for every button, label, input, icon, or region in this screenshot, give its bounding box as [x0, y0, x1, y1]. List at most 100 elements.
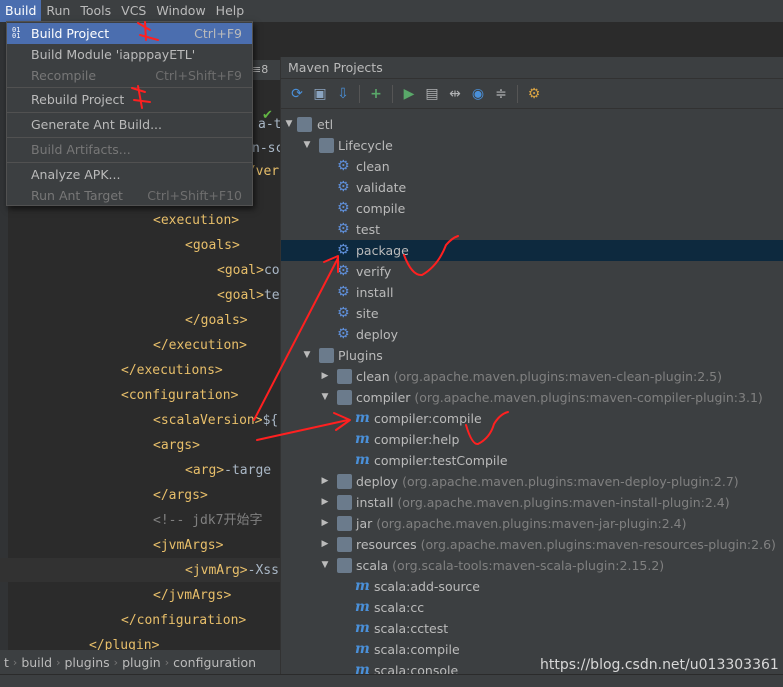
- breadcrumb-item[interactable]: build: [17, 655, 56, 670]
- code-line: <scalaVersion>${: [153, 413, 279, 428]
- code-line: </plugin>: [89, 638, 160, 650]
- lifecycle-item[interactable]: ⚙ test: [281, 219, 783, 240]
- maven-goal-icon: m: [355, 578, 370, 594]
- plugin-goal[interactable]: m scala:cctest: [281, 618, 783, 639]
- tree-node-plugins[interactable]: ▼ Plugins: [281, 345, 783, 366]
- build-menu: 01 01 Build Project Ctrl+F9 Build Module …: [6, 21, 253, 206]
- menu-item-run-ant-target[interactable]: Run Ant Target Ctrl+Shift+F10: [7, 185, 252, 206]
- generate-sources-icon[interactable]: ▣: [310, 84, 330, 104]
- maven-goal-icon: m: [355, 641, 370, 657]
- plugin-icon: [337, 558, 352, 573]
- code-line: <arg>-targe: [185, 463, 272, 478]
- plugin-node[interactable]: ▶ install (org.apache.maven.plugins:mave…: [281, 492, 783, 513]
- gear-icon: ⚙: [337, 305, 350, 321]
- lifecycle-item[interactable]: ⚙ compile: [281, 198, 783, 219]
- lifecycle-item-selected[interactable]: ⚙ package: [281, 240, 783, 261]
- gear-icon: ⚙: [337, 263, 350, 279]
- code-line: </executions>: [121, 363, 223, 378]
- folder-icon: [319, 348, 334, 363]
- run-icon[interactable]: ▶: [399, 84, 419, 104]
- maven-projects-panel: Maven Projects ⟳ ▣ ⇩ + ▶ ▤ ⇹ ◉ ≑ ⚙ ▼ etl…: [280, 57, 783, 674]
- gear-icon: ⚙: [337, 179, 350, 195]
- gear-icon: ⚙: [337, 284, 350, 300]
- toggle-offline-icon[interactable]: ⇹: [445, 84, 465, 104]
- maven-goal-icon: m: [355, 452, 370, 468]
- lifecycle-item[interactable]: ⚙ install: [281, 282, 783, 303]
- plugin-icon: [337, 495, 352, 510]
- lifecycle-item[interactable]: ⚙ site: [281, 303, 783, 324]
- menu-item-build-project[interactable]: 01 01 Build Project Ctrl+F9: [7, 23, 252, 44]
- plugin-goal[interactable]: m scala:cc: [281, 597, 783, 618]
- code-line: <configuration>: [121, 388, 239, 403]
- plugin-goal[interactable]: m compiler:testCompile: [281, 450, 783, 471]
- maven-goal-icon: m: [355, 431, 370, 447]
- maven-toolbar: ⟳ ▣ ⇩ + ▶ ▤ ⇹ ◉ ≑ ⚙: [281, 79, 783, 109]
- panel-title: Maven Projects: [281, 57, 783, 79]
- menu-item-rebuild-project[interactable]: Rebuild Project: [7, 89, 252, 110]
- breadcrumb-item[interactable]: configuration: [169, 655, 260, 670]
- code-fragment: n-sc: [252, 141, 280, 156]
- menu-item-build-module[interactable]: Build Module 'iapppayETL': [7, 44, 252, 65]
- code-line: <goal>co: [217, 263, 280, 278]
- plugin-node[interactable]: ▼ scala (org.scala-tools:maven-scala-plu…: [281, 555, 783, 576]
- lifecycle-item[interactable]: ⚙ deploy: [281, 324, 783, 345]
- skip-tests-icon[interactable]: ◉: [468, 84, 488, 104]
- code-line: <!-- jdk7开始字: [153, 513, 263, 528]
- download-icon[interactable]: ⇩: [333, 84, 353, 104]
- gear-icon: ⚙: [337, 158, 350, 174]
- editor-tab-overflow[interactable]: ≡8: [252, 60, 280, 80]
- status-bar: [0, 674, 783, 687]
- gear-icon: ⚙: [337, 242, 350, 258]
- plugin-node[interactable]: ▶ deploy (org.apache.maven.plugins:maven…: [281, 471, 783, 492]
- breadcrumb-item[interactable]: plugin: [118, 655, 165, 670]
- maven-goal-icon: m: [355, 599, 370, 615]
- tree-node-root[interactable]: ▼ etl: [281, 114, 783, 135]
- code-fragment: a-t: [258, 117, 280, 132]
- lifecycle-item[interactable]: ⚙ validate: [281, 177, 783, 198]
- menu-divider: [7, 87, 252, 88]
- menu-help[interactable]: Help: [211, 0, 250, 22]
- menu-divider: [7, 162, 252, 163]
- watermark: https://blog.csdn.net/u013303361: [540, 657, 779, 673]
- lifecycle-item[interactable]: ⚙ verify: [281, 261, 783, 282]
- add-icon[interactable]: +: [366, 84, 386, 104]
- plugin-icon: [337, 390, 352, 405]
- code-line: <jvmArg>-Xss: [185, 563, 279, 578]
- code-line: </execution>: [153, 338, 247, 353]
- settings-icon[interactable]: ⚙: [524, 84, 544, 104]
- plugin-goal[interactable]: m compiler:compile: [281, 408, 783, 429]
- code-line: </jvmArgs>: [153, 588, 232, 603]
- menu-item-recompile[interactable]: Recompile Ctrl+Shift+F9: [7, 65, 252, 86]
- breadcrumb-item[interactable]: plugins: [60, 655, 113, 670]
- menu-item-build-artifacts[interactable]: Build Artifacts...: [7, 139, 252, 160]
- maven-goal-icon: m: [355, 662, 370, 674]
- menu-run[interactable]: Run: [41, 0, 75, 22]
- menu-item-generate-ant-build[interactable]: Generate Ant Build...: [7, 114, 252, 135]
- maven-goal-icon: m: [355, 620, 370, 636]
- code-line: </configuration>: [121, 613, 247, 628]
- menu-build[interactable]: Build: [0, 0, 42, 22]
- plugin-node[interactable]: ▶ resources (org.apache.maven.plugins:ma…: [281, 534, 783, 555]
- plugin-icon: [337, 474, 352, 489]
- menu-item-analyze-apk[interactable]: Analyze APK...: [7, 164, 252, 185]
- build-icon: 01 01: [12, 26, 21, 40]
- code-line: </args>: [153, 488, 208, 503]
- menu-window[interactable]: Window: [151, 0, 210, 22]
- execute-goal-icon[interactable]: ▤: [422, 84, 442, 104]
- menu-tools[interactable]: Tools: [75, 0, 116, 22]
- plugin-node[interactable]: ▼ compiler (org.apache.maven.plugins:mav…: [281, 387, 783, 408]
- plugin-goal[interactable]: m compiler:help: [281, 429, 783, 450]
- reimport-icon[interactable]: ⟳: [287, 84, 307, 104]
- plugin-node[interactable]: ▶ clean (org.apache.maven.plugins:maven-…: [281, 366, 783, 387]
- gear-icon: ⚙: [337, 200, 350, 216]
- lifecycle-item[interactable]: ⚙ clean: [281, 156, 783, 177]
- tree-node-lifecycle[interactable]: ▼ Lifecycle: [281, 135, 783, 156]
- menu-vcs[interactable]: VCS: [116, 0, 151, 22]
- folder-icon: [319, 138, 334, 153]
- gear-icon: ⚙: [337, 221, 350, 237]
- breadcrumb-item[interactable]: t: [0, 655, 13, 670]
- collapse-all-icon[interactable]: ≑: [491, 84, 511, 104]
- plugin-icon: [337, 516, 352, 531]
- plugin-goal[interactable]: m scala:add-source: [281, 576, 783, 597]
- plugin-node[interactable]: ▶ jar (org.apache.maven.plugins:maven-ja…: [281, 513, 783, 534]
